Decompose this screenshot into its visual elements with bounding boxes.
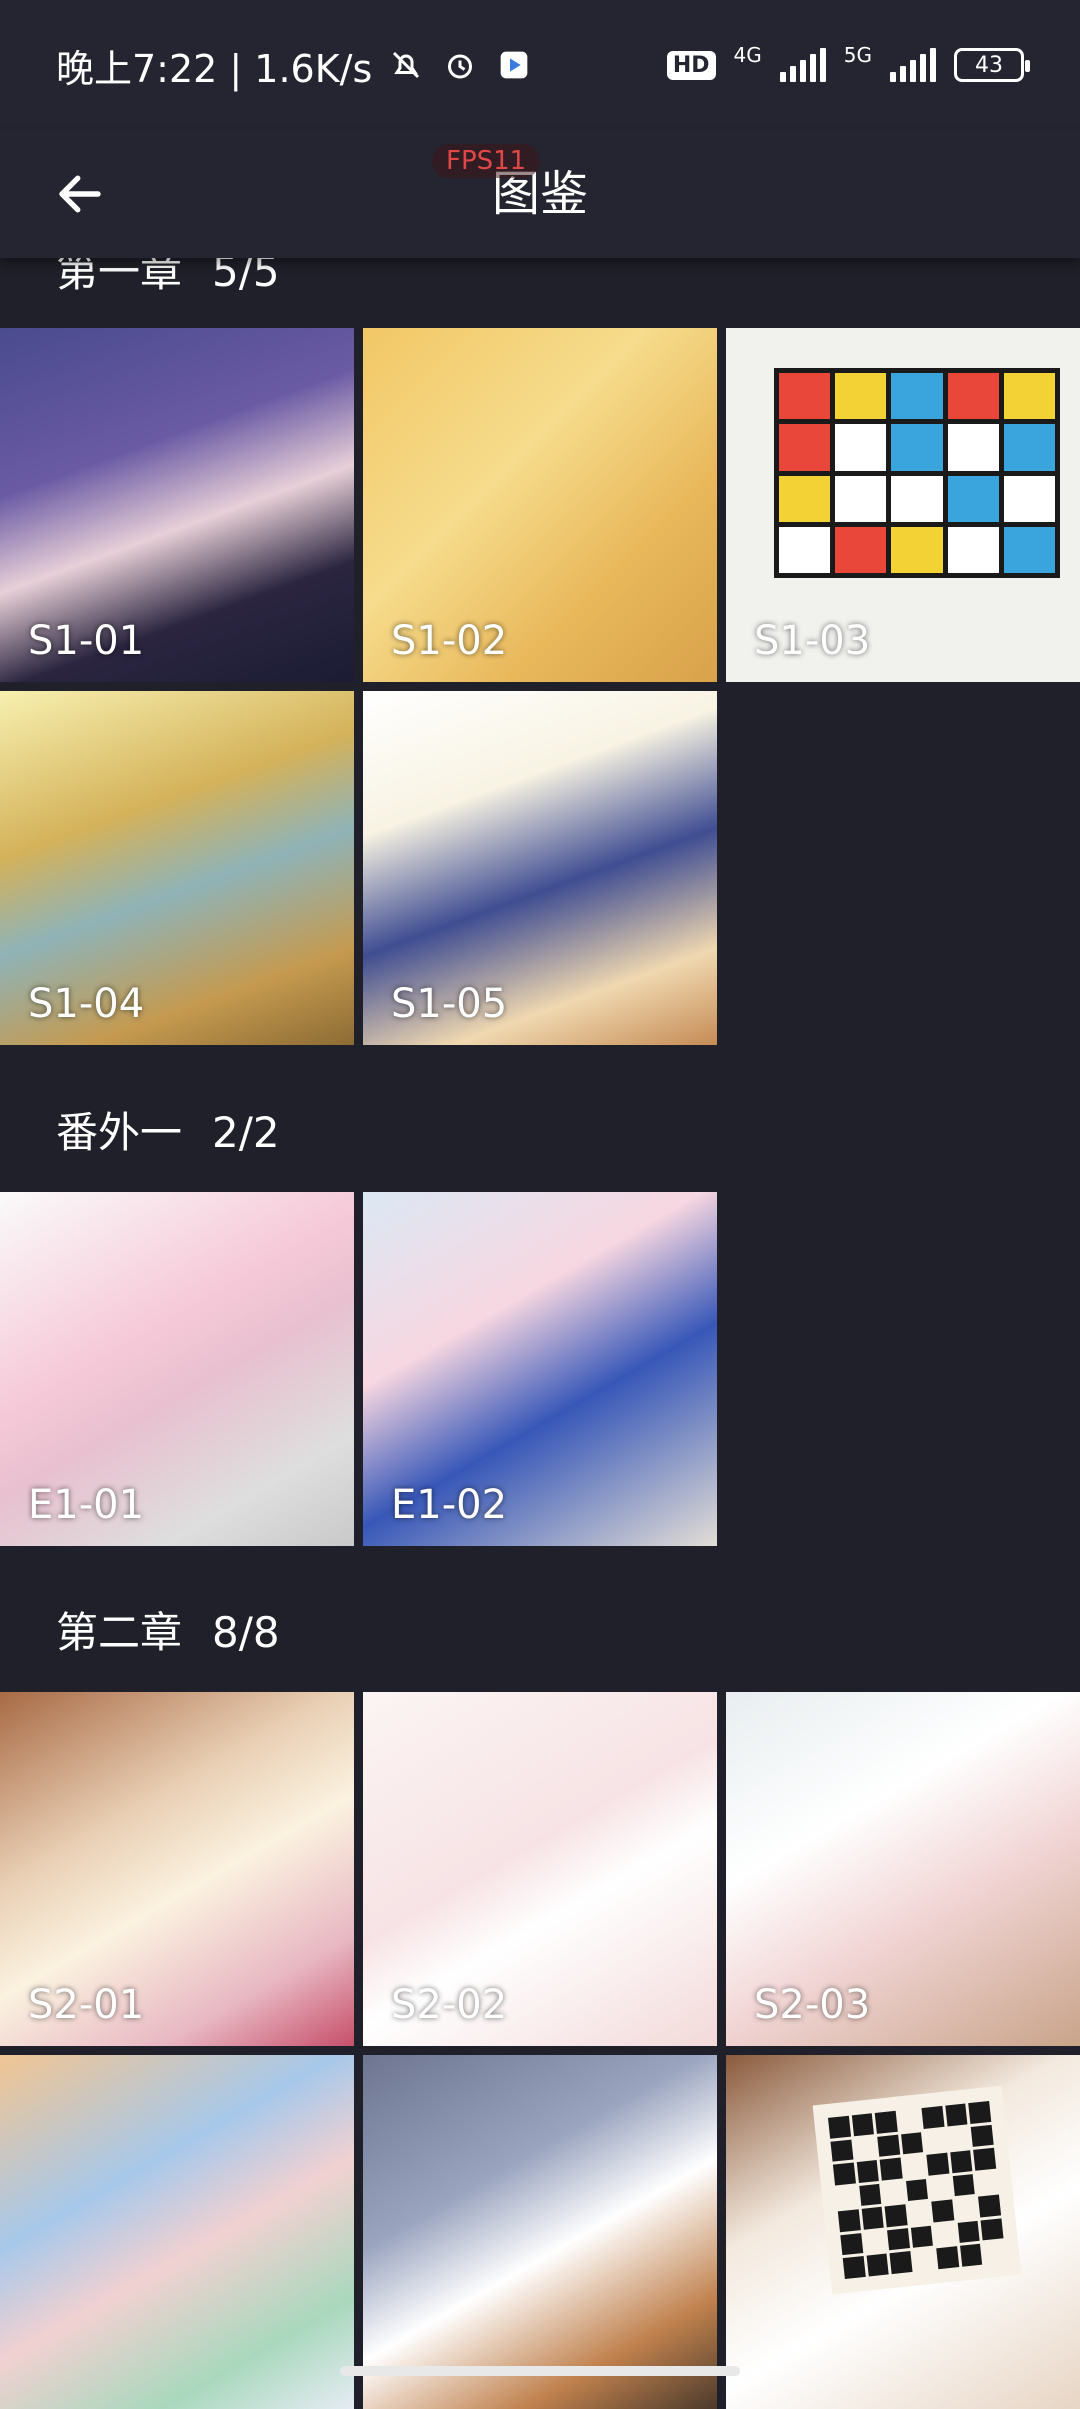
home-indicator[interactable] — [340, 2366, 740, 2376]
section-header-chapter-2: 第二章 8/8 — [56, 1603, 280, 1663]
status-right: HD 4G 5G 43 — [666, 43, 1030, 82]
battery-icon: 43 — [954, 48, 1030, 82]
qr-code-image — [812, 2085, 1022, 2295]
tile-label: E1-01 — [28, 1482, 145, 1528]
gallery-tile[interactable]: S1-03 — [726, 328, 1080, 682]
gallery-tile[interactable]: S2-02 — [363, 1692, 717, 2046]
signal-icon — [890, 48, 936, 82]
tile-label: S1-05 — [391, 981, 508, 1027]
tile-label: S1-02 — [391, 618, 508, 664]
gallery-tile[interactable] — [0, 2055, 354, 2409]
alarm-icon — [440, 45, 480, 85]
section-count: 8/8 — [212, 1608, 280, 1657]
tile-label: S1-01 — [28, 618, 145, 664]
gallery-tile[interactable]: S1-01 — [0, 328, 354, 682]
signal-icon — [779, 48, 826, 82]
hd-badge: HD — [666, 50, 716, 80]
tile-label: E1-02 — [391, 1482, 508, 1528]
page-title: 图鉴 — [491, 166, 588, 222]
play-store-icon — [494, 45, 534, 85]
gallery-tile[interactable]: S1-02 — [363, 328, 717, 682]
section-count: 2/2 — [212, 1108, 280, 1157]
status-time: 晚上7:22 | 1.6K/s — [56, 46, 373, 91]
tile-label: S2-01 — [28, 1982, 145, 2028]
section-title: 第二章 — [56, 1608, 183, 1657]
tile-label: S1-04 — [28, 981, 145, 1027]
status-bar: 晚上7:22 | 1.6K/s HD 4G 5G 43 — [0, 0, 1080, 130]
mute-bell-icon — [386, 45, 426, 85]
status-left: 晚上7:22 | 1.6K/s — [56, 38, 534, 93]
gallery-tile[interactable] — [363, 2055, 717, 2409]
gallery-tile[interactable]: S2-03 — [726, 1692, 1080, 2046]
tile-label: S1-03 — [754, 618, 871, 664]
tile-label: S2-03 — [754, 1982, 871, 2028]
app-bar: 图鉴 FPS11 — [0, 130, 1080, 258]
mondrian-artwork — [774, 368, 1060, 578]
gallery-tile[interactable]: S1-05 — [363, 691, 717, 1045]
gallery-tile[interactable]: S2-01 — [0, 1692, 354, 2046]
gallery-tile[interactable]: S1-04 — [0, 691, 354, 1045]
net-5g-label: 5G — [843, 43, 872, 67]
section-header-extra-1: 番外一 2/2 — [56, 1103, 280, 1163]
gallery-tile[interactable] — [726, 2055, 1080, 2409]
gallery-tile[interactable]: E1-02 — [363, 1192, 717, 1546]
section-title: 番外一 — [56, 1108, 183, 1157]
gallery-tile[interactable]: E1-01 — [0, 1192, 354, 1546]
fps-overlay: FPS11 — [432, 144, 541, 178]
net-4g-label: 4G — [733, 43, 762, 67]
tile-label: S2-02 — [391, 1982, 508, 2028]
